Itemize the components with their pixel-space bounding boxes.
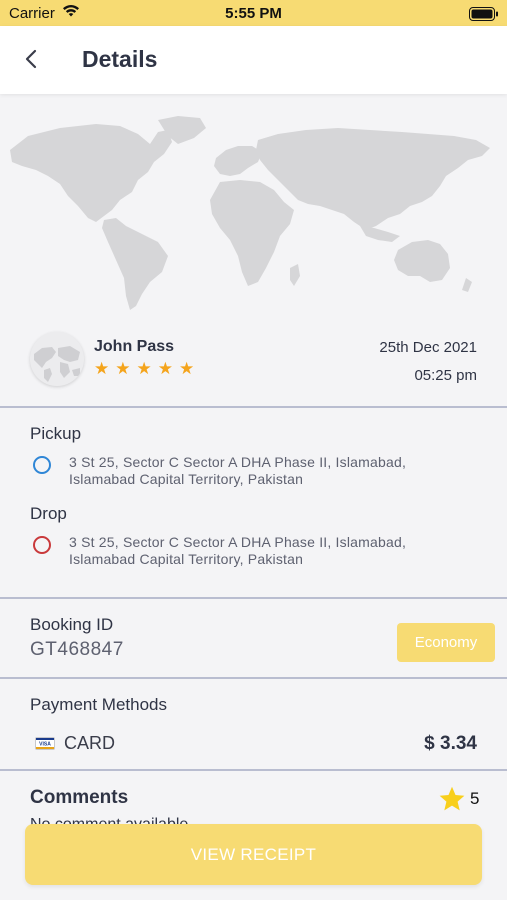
world-map bbox=[8, 110, 500, 315]
drop-address-line: Islamabad Capital Territory, Pakistan bbox=[69, 551, 304, 567]
battery-icon bbox=[469, 7, 499, 26]
star-icon: ★ bbox=[115, 359, 131, 378]
drop-address: 3 St 25, Sector C Sector A DHA Phase II,… bbox=[69, 534, 459, 568]
clock: 5:55 PM bbox=[225, 5, 282, 22]
payment-method-value: CARD bbox=[64, 733, 116, 753]
navigation-bar: Details bbox=[0, 26, 507, 94]
ride-type-badge[interactable]: Economy bbox=[397, 623, 495, 662]
star-icon: ★ bbox=[179, 359, 195, 378]
driver-name: John Pass bbox=[94, 338, 175, 355]
divider bbox=[0, 769, 507, 771]
status-bar: Carrier 5:55 PM bbox=[0, 0, 507, 26]
driver-rating-stars: ★ ★ ★ ★ ★ bbox=[94, 360, 194, 377]
star-icon: ★ bbox=[157, 359, 173, 378]
pickup-label: Pickup bbox=[30, 424, 82, 443]
visa-card-icon: VISA bbox=[35, 737, 55, 750]
view-receipt-button[interactable]: VIEW RECEIPT bbox=[25, 824, 482, 885]
chevron-left-icon[interactable] bbox=[20, 47, 44, 71]
rating-value: 5 bbox=[470, 789, 480, 808]
star-icon: ★ bbox=[136, 359, 152, 378]
booking-id-value: GT468847 bbox=[30, 639, 124, 660]
pickup-address-line: Islamabad Capital Territory, Pakistan bbox=[69, 471, 304, 487]
star-icon bbox=[438, 785, 466, 813]
drop-address-line: 3 St 25, Sector C Sector A DHA Phase II,… bbox=[69, 534, 407, 550]
drop-label: Drop bbox=[30, 504, 67, 523]
fare-amount: $ 3.34 bbox=[424, 733, 477, 754]
comments-title: Comments bbox=[30, 787, 129, 808]
pickup-marker-icon bbox=[33, 456, 51, 474]
pickup-address: 3 St 25, Sector C Sector A DHA Phase II,… bbox=[69, 454, 459, 488]
trip-date: 25th Dec 2021 bbox=[379, 339, 477, 356]
card-brand-label: VISA bbox=[39, 742, 51, 748]
booking-id-label: Booking ID bbox=[30, 615, 114, 634]
payment-methods-label: Payment Methods bbox=[30, 695, 168, 714]
divider bbox=[0, 677, 507, 679]
drop-marker-icon bbox=[33, 536, 51, 554]
divider bbox=[0, 597, 507, 599]
page-title: Details bbox=[82, 46, 158, 72]
pickup-address-line: 3 St 25, Sector C Sector A DHA Phase II,… bbox=[69, 454, 407, 470]
star-icon: ★ bbox=[94, 359, 110, 378]
avatar[interactable] bbox=[30, 332, 84, 386]
trip-time: 05:25 pm bbox=[414, 367, 477, 384]
divider bbox=[0, 406, 507, 408]
